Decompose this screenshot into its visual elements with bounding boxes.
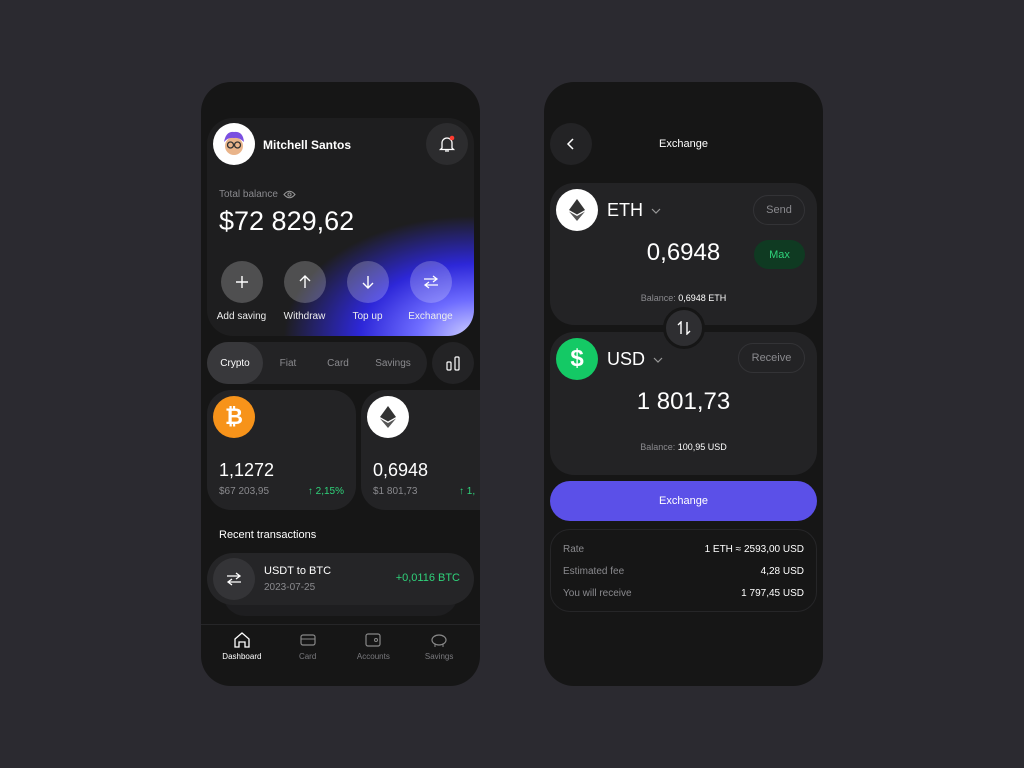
bitcoin-icon: ₿ (213, 396, 255, 438)
asset-amount: 1,1272 (219, 460, 275, 480)
notifications-button[interactable] (426, 123, 468, 165)
detail-value: 4,28 USD (760, 566, 804, 577)
bar-chart-icon (446, 356, 460, 371)
from-card: ETH Send 0,6948 Max Balance: 0,6948 ETH (550, 183, 817, 325)
from-currency-select[interactable]: ETH (607, 200, 661, 221)
card-icon (300, 634, 316, 646)
plus-icon (235, 276, 248, 288)
tab-card[interactable]: Card (313, 358, 363, 369)
ethereum-icon (556, 189, 598, 231)
asset-change: 1, (466, 486, 476, 497)
receive-button[interactable]: Receive (738, 343, 805, 373)
stats-button[interactable] (432, 342, 474, 384)
asset-tabs: Crypto Fiat Card Savings (207, 342, 427, 384)
balance-card: Mitchell Santos Total balance $72 829,62… (207, 118, 474, 336)
transaction-amount: +0,0116 BTC (395, 572, 460, 584)
nav-savings[interactable]: Savings (407, 625, 471, 686)
chevron-down-icon (651, 208, 661, 214)
avatar[interactable] (213, 123, 255, 165)
asset-card-btc[interactable]: ₿ 1,1272 $67 203,95 ↑ 2,15% (207, 390, 356, 510)
transaction-date: 2023-07-25 (264, 582, 316, 593)
transaction-title: USDT to BTC (264, 565, 332, 577)
chevron-down-icon (653, 357, 663, 363)
tab-fiat[interactable]: Fiat (263, 358, 313, 369)
eye-icon[interactable] (283, 190, 296, 199)
nav-dashboard[interactable]: Dashboard (210, 625, 274, 686)
page-title: Exchange (659, 138, 708, 150)
top-up-button[interactable]: Top up (336, 261, 399, 322)
dollar-icon: $ (556, 338, 598, 380)
nav-label: Dashboard (222, 652, 262, 661)
swap-currencies-button[interactable] (663, 307, 705, 349)
detail-value: 1 797,45 USD (741, 588, 804, 599)
exchange-button[interactable]: Exchange (550, 481, 817, 521)
arrow-up-icon: ↑ (459, 486, 467, 497)
add-saving-button[interactable]: Add saving (210, 261, 273, 322)
recent-transactions-title: Recent transactions (219, 529, 317, 541)
home-icon (234, 632, 250, 648)
asset-value: $1 801,73 (373, 486, 418, 497)
action-label: Withdraw (283, 311, 326, 322)
user-name: Mitchell Santos (263, 138, 352, 152)
exchange-screen: Exchange ETH Send 0,6948 Max Balance: 0,… (544, 82, 823, 686)
detail-label: Rate (563, 544, 585, 555)
total-balance: $72 829,62 (219, 206, 355, 236)
send-button[interactable]: Send (753, 195, 805, 225)
nav-card[interactable]: Card (276, 625, 340, 686)
to-currency-select[interactable]: USD (607, 349, 663, 370)
nav-label: Accounts (356, 652, 390, 661)
wallet-icon (365, 633, 381, 647)
piggy-bank-icon (431, 634, 447, 647)
asset-amount: 0,6948 (373, 460, 429, 480)
arrow-up-icon: ↑ (307, 486, 316, 497)
currency-label: ETH (607, 200, 643, 220)
exchange-action-button[interactable]: Exchange (399, 261, 462, 322)
balance-label: Balance: (640, 293, 676, 303)
asset-card-eth[interactable]: 0,6948 $1 801,73 ↑ 1, (361, 390, 480, 510)
transaction-item[interactable]: USDT to BTC 2023-07-25 +0,0116 BTC (207, 553, 474, 605)
nav-label: Savings (424, 652, 454, 661)
max-button[interactable]: Max (754, 240, 805, 269)
withdraw-button[interactable]: Withdraw (273, 261, 336, 322)
asset-change: 2,15% (315, 486, 344, 497)
arrow-up-icon (299, 275, 310, 288)
action-label: Add saving (216, 311, 267, 322)
nav-label: Card (298, 652, 317, 661)
tab-crypto[interactable]: Crypto (207, 342, 263, 384)
asset-value: $67 203,95 (219, 486, 270, 497)
exchange-details: Rate 1 ETH ≈ 2593,00 USD Estimated fee 4,2… (550, 529, 817, 612)
arrow-down-icon (362, 276, 373, 289)
to-card: $ USD Receive 1 801,73 Balance: 100,95 U… (550, 332, 817, 475)
bottom-nav: Dashboard Card Accounts Savings (201, 624, 480, 686)
ethereum-icon (367, 396, 409, 438)
swap-vertical-icon (677, 321, 691, 335)
from-balance: 0,6948 ETH (678, 293, 727, 303)
balance-label: Balance: (640, 442, 676, 452)
action-label: Top up (352, 311, 383, 322)
dashboard-screen: Mitchell Santos Total balance $72 829,62… (201, 82, 480, 686)
nav-accounts[interactable]: Accounts (341, 625, 405, 686)
to-balance: 100,95 USD (677, 442, 727, 452)
swap-icon (213, 558, 255, 600)
detail-label: You will receive (563, 588, 632, 599)
total-balance-label: Total balance (219, 189, 278, 200)
detail-label: Estimated fee (563, 566, 625, 577)
bell-icon (438, 135, 456, 152)
tab-savings[interactable]: Savings (363, 358, 423, 369)
avatar-icon (224, 131, 244, 155)
action-label: Exchange (408, 311, 453, 322)
swap-icon (423, 275, 438, 289)
to-amount: 1 801,73 (636, 388, 731, 415)
currency-label: USD (607, 349, 646, 369)
detail-value: 1 ETH ≈ 2593,00 USD (704, 544, 804, 555)
